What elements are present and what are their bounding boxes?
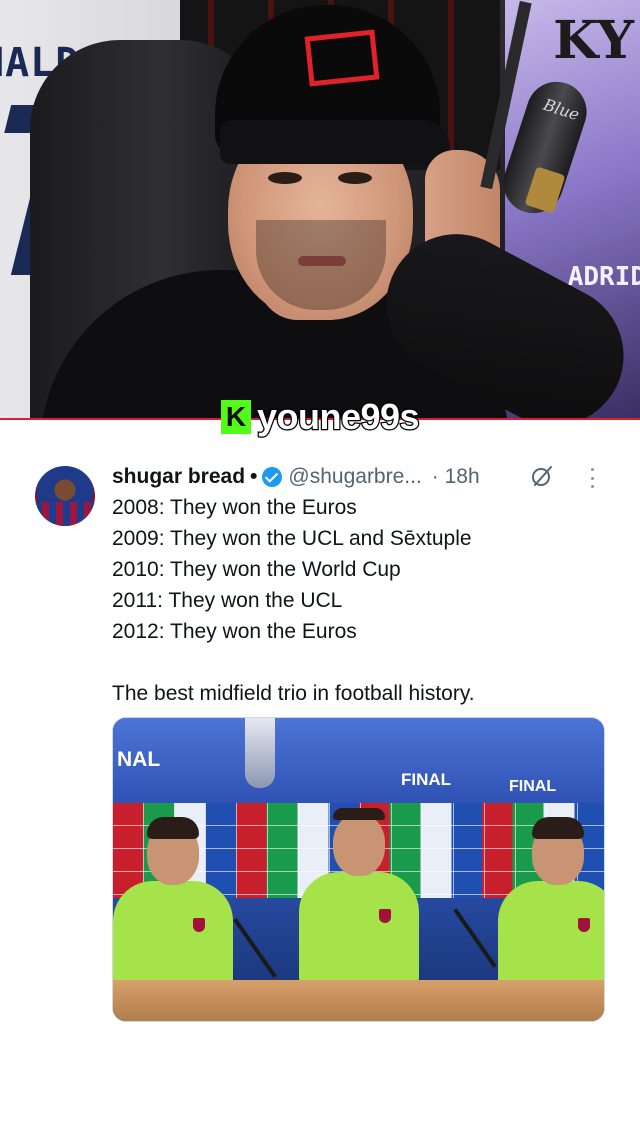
tweet-line-2008: 2008: They won the Euros <box>112 496 357 519</box>
player-hair <box>147 817 199 839</box>
tweet-media-photo[interactable]: NAL FINAL FINAL <box>112 717 605 1022</box>
tweet-line-2011: 2011: They won the UCL <box>112 589 343 612</box>
streamer-tag: K youne99s <box>0 394 640 440</box>
display-name[interactable]: shugar bread <box>112 465 245 489</box>
avatar[interactable] <box>35 466 95 526</box>
cap-logo-icon <box>304 29 380 87</box>
streamer-username: youne99s <box>256 395 421 438</box>
banner-text-right: FINAL <box>509 778 557 795</box>
player-shirt <box>113 881 233 991</box>
press-table <box>113 980 604 1021</box>
player-head <box>333 814 385 876</box>
poster-text-madrid: ADRID <box>567 262 640 292</box>
post-time[interactable]: · 18h <box>432 465 480 489</box>
right-eye <box>338 172 372 184</box>
club-badge-icon <box>578 918 590 932</box>
tweet-closing-line: The best midfield trio in football histo… <box>112 682 475 705</box>
verified-badge-icon <box>262 467 283 487</box>
tweet-line-2010: 2010: They won the World Cup <box>112 558 401 581</box>
press-mic-left <box>233 918 277 978</box>
player-shirt <box>498 881 604 991</box>
user-handle[interactable]: @shugarbre... <box>288 465 421 489</box>
more-options-icon[interactable] <box>582 466 602 490</box>
club-badge-icon <box>379 909 391 923</box>
press-mic-right <box>453 908 497 968</box>
player-center <box>299 808 419 1004</box>
tweet-text: 2008: They won the Euros 2009: They won … <box>112 492 612 709</box>
banner-text-mid: FINAL <box>401 770 452 789</box>
tweet-header: shugar bread • @shugarbre... · 18h <box>112 462 480 492</box>
kick-logo-icon: K <box>220 400 251 434</box>
cap-brim <box>220 120 450 164</box>
player-hair <box>532 817 584 839</box>
trophy-graphic <box>245 718 275 788</box>
player-shirt <box>299 872 419 982</box>
club-badge-icon <box>193 918 205 932</box>
tweet-card[interactable]: shugar bread • @shugarbre... · 18h 2008:… <box>0 440 640 1136</box>
photo-backdrop <box>113 718 604 813</box>
mouth <box>298 256 346 266</box>
tweet-line-2009: 2009: They won the UCL and Sēxtuple <box>112 527 472 550</box>
avatar-jersey <box>35 502 95 526</box>
tweet-line-2012: 2012: They won the Euros <box>112 620 357 643</box>
grok-icon[interactable] <box>530 464 554 488</box>
player-hair <box>333 808 385 820</box>
name-separator: • <box>250 465 258 488</box>
left-eye <box>268 172 302 184</box>
poster-text: KY <box>553 10 634 71</box>
banner-text-left: NAL <box>117 748 161 771</box>
webcam-feed: NALDO KY ADRID Blue <box>0 0 640 418</box>
